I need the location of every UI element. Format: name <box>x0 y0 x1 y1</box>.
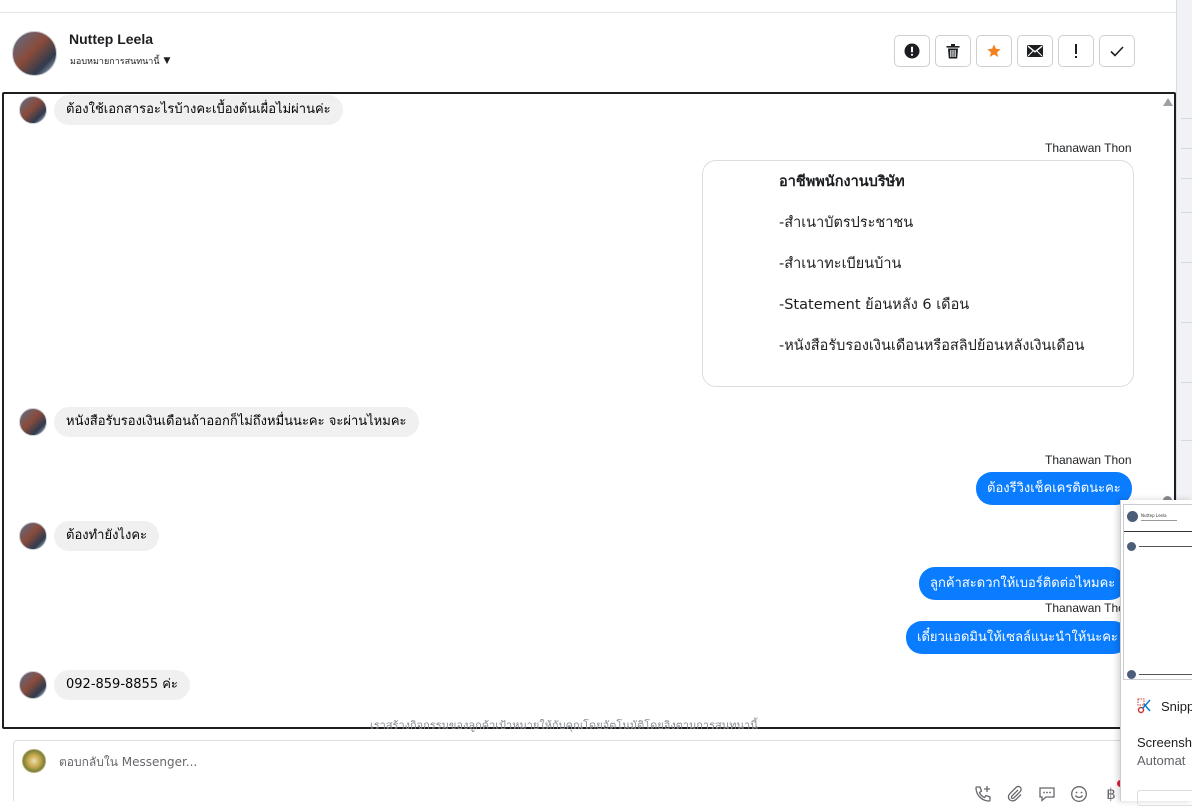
outgoing-message-bubble[interactable]: ลูกค้าสะดวกให้เบอร์ติดต่อไหมคะ <box>919 567 1127 600</box>
emoji-icon[interactable] <box>1070 785 1088 803</box>
outgoing-message-bubble[interactable]: เดี๋ยวแอดมินให้เซลล์แนะนำให้นะคะ <box>906 621 1129 654</box>
composer-tools: ฿ <box>974 785 1120 803</box>
contact-avatar <box>19 96 47 124</box>
incoming-message: ต้องทำยังไงคะ <box>19 521 159 551</box>
thumbnail-avatar <box>1127 542 1136 551</box>
outgoing-document-list-message[interactable]: อาชีพพนักงานบริษัท -สำเนาบัตรประชาชน -สำ… <box>702 160 1134 387</box>
sender-name: Thanawan Thon <box>1045 141 1132 155</box>
contact-avatar <box>19 522 47 550</box>
contact-avatar <box>19 408 47 436</box>
thumbnail-chat <box>1124 531 1192 679</box>
scissors-icon <box>1137 698 1153 714</box>
notification-title: Screensh <box>1137 735 1192 750</box>
message-bubble[interactable]: 092-859-8855 ค่ะ <box>54 670 190 700</box>
card-title: อาชีพพนักงานบริษัท <box>779 174 905 190</box>
thumbnail-line <box>1141 520 1177 521</box>
contact-name[interactable]: Nuttep Leela <box>69 31 153 47</box>
reply-composer: ฿ <box>13 740 1176 803</box>
thumbnail-avatar <box>1127 511 1138 522</box>
card-item: -สำเนาทะเบียนบ้าน <box>779 256 902 272</box>
mark-done-button[interactable] <box>1099 35 1135 67</box>
follow-up-button[interactable] <box>1058 35 1094 67</box>
page-avatar <box>22 749 46 773</box>
exclamation-circle-icon <box>904 43 920 59</box>
envelope-icon <box>1027 45 1043 57</box>
card-item: -หนังสือรับรองเงินเดือนหรือสลิปย้อนหลังเ… <box>779 338 1085 354</box>
card-item: -Statement ย้อนหลัง 6 เดือน <box>779 297 970 313</box>
card-item: -สำเนาบัตรประชาชน <box>779 215 914 231</box>
app-name: Snipp <box>1161 698 1192 714</box>
message-bubble[interactable]: ต้องทำยังไงคะ <box>54 521 159 551</box>
screenshot-thumbnail[interactable]: Nuttep Leela <box>1123 504 1192 680</box>
saved-reply-icon[interactable] <box>1038 785 1056 803</box>
incoming-message: 092-859-8855 ค่ะ <box>19 670 190 700</box>
contact-avatar <box>19 671 47 699</box>
thumbnail-avatar <box>1127 670 1136 679</box>
scroll-up-arrow[interactable] <box>1163 98 1173 106</box>
spam-report-button[interactable] <box>894 35 930 67</box>
exclamation-icon <box>1075 44 1077 58</box>
message-bubble[interactable]: หนังสือรับรองเงินเดือนถ้าออกก็ไม่ถึงหมื่… <box>54 407 419 437</box>
sender-name: Thanawan Thon <box>1045 601 1132 615</box>
thumbnail-line <box>1139 674 1192 675</box>
conversation-actions <box>894 35 1135 67</box>
checkmark-icon <box>1110 45 1124 57</box>
incoming-message: หนังสือรับรองเงินเดือนถ้าออกก็ไม่ถึงหมื่… <box>19 407 419 437</box>
phone-plus-icon[interactable] <box>974 785 992 803</box>
star-button[interactable] <box>976 35 1012 67</box>
outgoing-message-bubble[interactable]: ต้องรีวิงเช็คเครดิตนะคะ <box>976 472 1132 505</box>
reply-input[interactable] <box>59 755 459 769</box>
contact-avatar[interactable] <box>12 31 57 76</box>
message-bubble[interactable]: ต้องใช้เอกสารอะไรบ้างคะเบื้องต้นเผื่อไม่… <box>54 95 343 125</box>
thumbnail-name: Nuttep Leela <box>1141 513 1167 518</box>
conversation-header: Nuttep Leela มอบหมายการสนทนานี้ ▼ <box>0 13 1176 91</box>
caret-down-icon: ▼ <box>163 56 171 66</box>
thumbnail-line <box>1139 546 1192 547</box>
incoming-message: ต้องใช้เอกสารอะไรบ้างคะเบื้องต้นเผื่อไม่… <box>19 95 343 125</box>
trash-icon <box>946 43 960 58</box>
assign-conversation-dropdown[interactable]: มอบหมายการสนทนานี้ ▼ <box>70 54 170 68</box>
paperclip-icon[interactable] <box>1006 785 1024 803</box>
notification-action-button[interactable] <box>1137 790 1192 806</box>
snipping-tool-notification[interactable]: Nuttep Leela Snipp Screensh Automat <box>1120 500 1192 806</box>
delete-button[interactable] <box>935 35 971 67</box>
activity-notice: เราสร้างกิจกรรมของลูกค้าเป้าหมายให้กับคุ… <box>370 719 758 732</box>
star-icon <box>987 44 1001 57</box>
snipping-tool-app-row: Snipp <box>1137 698 1192 714</box>
mark-unread-button[interactable] <box>1017 35 1053 67</box>
baht-payment-icon[interactable]: ฿ <box>1102 785 1120 803</box>
sender-name: Thanawan Thon <box>1045 453 1132 467</box>
notification-subtitle: Automat <box>1137 753 1186 768</box>
assign-label: มอบหมายการสนทนานี้ <box>70 57 160 67</box>
